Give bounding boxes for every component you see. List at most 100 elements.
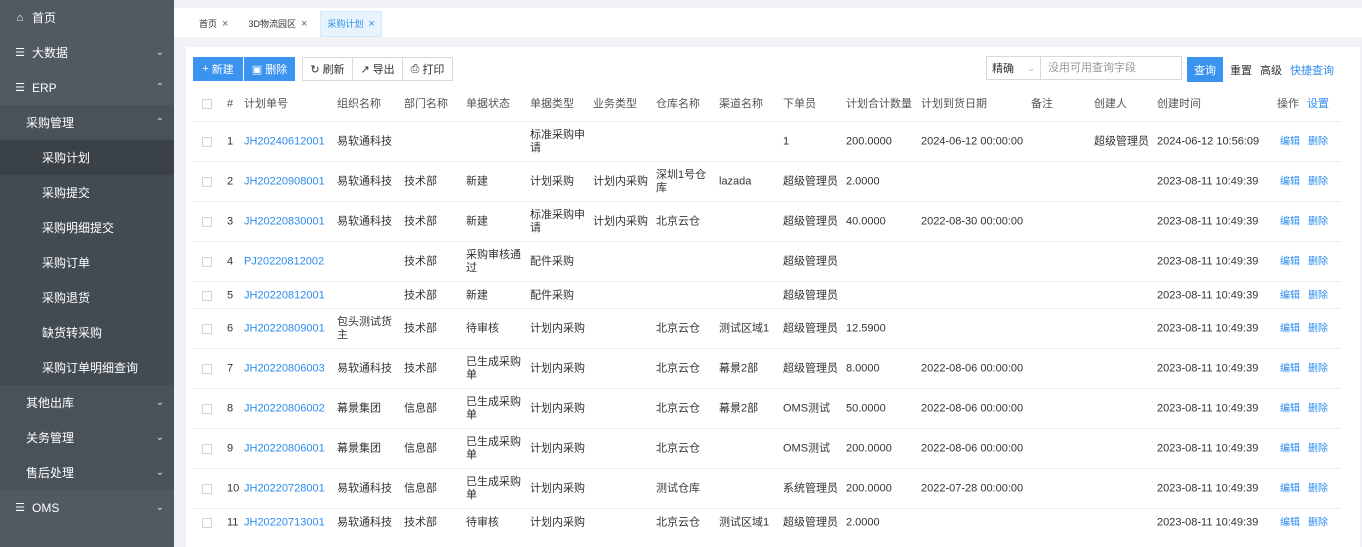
edit-link[interactable]: 编辑 [1280,256,1300,269]
tab-purchase-plan[interactable]: 采购计划 × [320,11,382,37]
edit-link[interactable]: 编辑 [1280,443,1300,456]
cell-plan-no[interactable]: JH20220908001 [244,176,325,189]
delete-link[interactable]: 删除 [1308,176,1328,189]
edit-link[interactable]: 编辑 [1280,136,1300,149]
edit-link[interactable]: 编辑 [1280,403,1300,416]
search-input[interactable] [1041,56,1182,80]
header-creator[interactable]: 创建人 [1094,91,1127,117]
row-checkbox[interactable] [202,364,212,374]
row-checkbox[interactable] [202,257,212,267]
table-row[interactable]: 11 JH20220713001 易软通科技 技术部 待审核 计划内采购 北京云仓 测试区域1… [193,508,1341,536]
select-all-checkbox[interactable] [202,99,212,109]
cell-plan-no[interactable]: JH20220809001 [244,323,325,336]
table-row[interactable]: 8 JH20220806002 幕景集团 信息部 已生成采购单 计划内采购 北京云仓 幕景2部… [193,388,1341,429]
row-checkbox[interactable] [202,404,212,414]
header-created[interactable]: 创建时间 [1157,91,1201,117]
sidebar-item-erp[interactable]: ☰ ERP ⌃ [0,70,174,105]
table-row[interactable]: 4 PJ20220812002 技术部 采购审核通过 配件采购 超级管理员 2023-08-… [193,241,1341,282]
search-mode-select[interactable]: 精确 ⌄ [986,56,1041,80]
sidebar-item-oms[interactable]: ☰ OMS ⌄ [0,490,174,525]
cell-plan-no[interactable]: JH20220806002 [244,403,325,416]
header-orderer[interactable]: 下单员 [783,91,816,117]
refresh-button[interactable]: ↻ 刷新 [302,57,353,81]
delete-link[interactable]: 删除 [1308,443,1328,456]
sidebar-item-other-outbound[interactable]: 其他出库 ⌄ [0,385,174,420]
table-row[interactable]: 6 JH20220809001 包头测试货主 技术部 待审核 计划内采购 北京云仓 测试区域1… [193,308,1341,349]
delete-link[interactable]: 删除 [1308,323,1328,336]
advanced-link[interactable]: 高级 [1260,62,1282,78]
header-arrival[interactable]: 计划到货日期 [921,91,987,117]
header-channel[interactable]: 渠道名称 [719,91,763,117]
table-row[interactable]: 7 JH20220806003 易软通科技 技术部 已生成采购单 计划内采购 北京云仓 幕景2… [193,348,1341,389]
print-button[interactable]: ⎙ 打印 [402,57,453,81]
edit-link[interactable]: 编辑 [1280,363,1300,376]
header-org[interactable]: 组织名称 [337,91,381,117]
delete-link[interactable]: 删除 [1308,216,1328,229]
delete-link[interactable]: 删除 [1308,516,1328,529]
cell-plan-no[interactable]: JH20220728001 [244,483,325,496]
delete-link[interactable]: 删除 [1308,256,1328,269]
cell-plan-no[interactable]: JH20220806003 [244,363,325,376]
table-row[interactable]: 1 JH20240612001 易软通科技 标准采购申请 1 200.0000 2024-0… [193,121,1341,162]
tab-3d-logistics-park[interactable]: 3D物流园区 × [241,11,314,37]
header-biz-type[interactable]: 业务类型 [593,91,637,117]
table-row[interactable]: 5 JH20220812001 技术部 新建 配件采购 超级管理员 2023-08-11 1… [193,281,1341,309]
cell-plan-no[interactable]: PJ20220812002 [244,256,324,269]
edit-link[interactable]: 编辑 [1280,176,1300,189]
table-row[interactable]: 10 JH20220728001 易软通科技 信息部 已生成采购单 计划内采购 测试仓库 系统… [193,468,1341,509]
delete-link[interactable]: 删除 [1308,403,1328,416]
header-status[interactable]: 单据状态 [466,91,510,117]
close-icon[interactable]: × [301,12,307,36]
sidebar-item-purchase-return[interactable]: 采购退货 [0,280,174,315]
row-checkbox[interactable] [202,324,212,334]
export-button[interactable]: ↗ 导出 [352,57,403,81]
cell-plan-no[interactable]: JH20220830001 [244,216,325,229]
delete-link[interactable]: 删除 [1308,483,1328,496]
close-icon[interactable]: × [368,12,374,36]
row-checkbox[interactable] [202,444,212,454]
sidebar-item-purchase-order-detail-query[interactable]: 采购订单明细查询 [0,350,174,385]
tab-home[interactable]: 首页 × [192,11,235,37]
query-button[interactable]: 查询 [1187,57,1223,82]
edit-link[interactable]: 编辑 [1280,516,1300,529]
sidebar-item-customs-mgmt[interactable]: 关务管理 ⌄ [0,420,174,455]
table-row[interactable]: 9 JH20220806001 幕景集团 信息部 已生成采购单 计划内采购 北京云仓 OMS测… [193,428,1341,469]
sidebar-item-purchase-submit[interactable]: 采购提交 [0,175,174,210]
sidebar-item-purchase-detail-submit[interactable]: 采购明细提交 [0,210,174,245]
row-checkbox[interactable] [202,290,212,301]
edit-link[interactable]: 编辑 [1280,216,1300,229]
quick-query-link[interactable]: 快捷查询 [1290,62,1334,78]
sidebar-item-purchase-plan[interactable]: 采购计划 [0,140,174,175]
row-checkbox[interactable] [202,137,212,147]
header-plan-no[interactable]: 计划单号 [244,91,288,117]
row-checkbox[interactable] [202,517,212,528]
new-button[interactable]: + 新建 [193,57,243,81]
delete-button[interactable]: ▣ 删除 [244,57,295,81]
header-doc-type[interactable]: 单据类型 [530,91,574,117]
row-checkbox[interactable] [202,484,212,494]
cell-plan-no[interactable]: JH20220806001 [244,443,325,456]
cell-plan-no[interactable]: JH20240612001 [244,136,325,149]
sidebar-item-purchase-mgmt[interactable]: 采购管理 ⌃ [0,105,174,140]
sidebar-item-bigdata[interactable]: ☰ 大数据 ⌄ [0,35,174,70]
header-warehouse[interactable]: 仓库名称 [656,91,700,117]
cell-plan-no[interactable]: JH20220812001 [244,289,325,302]
sidebar-item-purchase-order[interactable]: 采购订单 [0,245,174,280]
sidebar-item-after-sales[interactable]: 售后处理 ⌄ [0,455,174,490]
header-dept[interactable]: 部门名称 [404,91,448,117]
close-icon[interactable]: × [222,12,228,36]
delete-link[interactable]: 删除 [1308,289,1328,302]
cell-plan-no[interactable]: JH20220713001 [244,516,325,529]
header-remark[interactable]: 备注 [1031,91,1053,117]
table-row[interactable]: 2 JH20220908001 易软通科技 技术部 新建 计划采购 计划内采购 深圳1号仓库 l… [193,161,1341,202]
delete-link[interactable]: 删除 [1308,363,1328,376]
edit-link[interactable]: 编辑 [1280,483,1300,496]
edit-link[interactable]: 编辑 [1280,289,1300,302]
sidebar-item-shortage-purchase[interactable]: 缺货转采购 [0,315,174,350]
row-checkbox[interactable] [202,217,212,227]
reset-link[interactable]: 重置 [1230,62,1252,78]
edit-link[interactable]: 编辑 [1280,323,1300,336]
sidebar-item-home[interactable]: ⌂ 首页 [0,0,174,35]
settings-link[interactable]: 设置 [1307,91,1329,117]
delete-link[interactable]: 删除 [1308,136,1328,149]
